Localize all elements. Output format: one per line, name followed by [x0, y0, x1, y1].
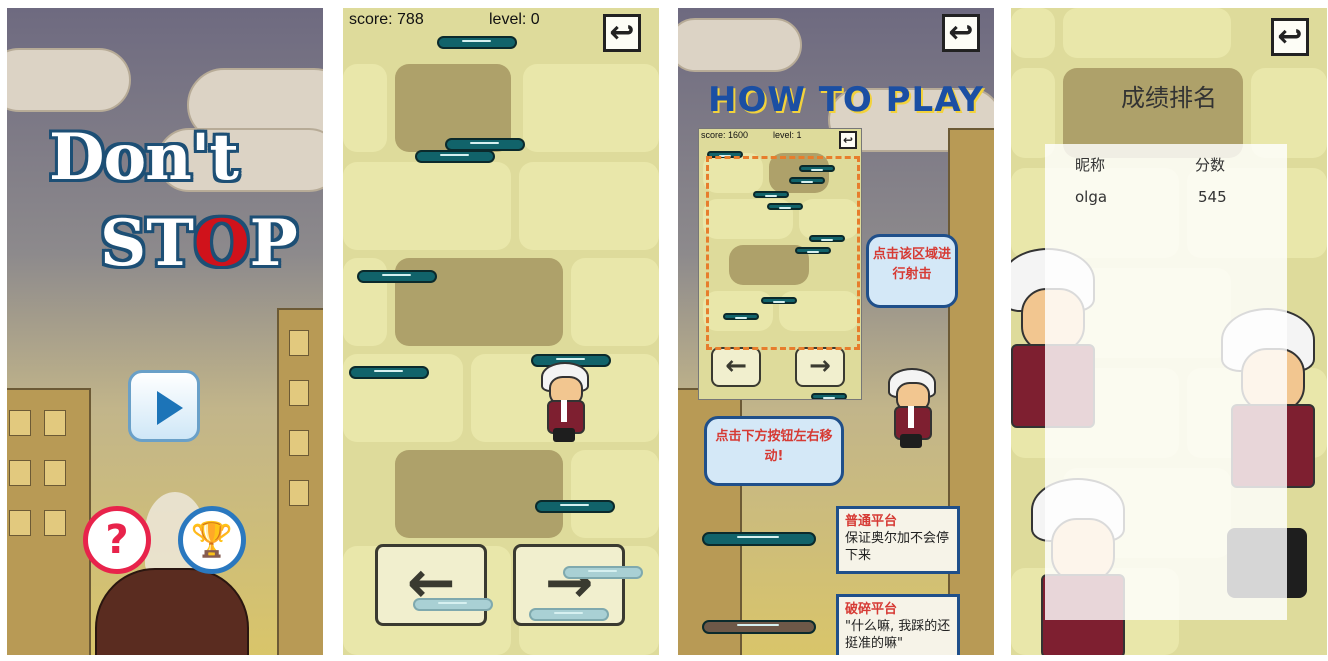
game-title-stop: STOP	[100, 206, 298, 281]
ranking-screen: ↩ 成绩排名 昵称 分数 olga 545	[1011, 8, 1327, 655]
broken-platform-note: 破碎平台 "什么嘛, 我踩的还挺准的嘛"	[836, 594, 960, 655]
back-arrow-icon: ↩	[1277, 19, 1303, 54]
platform	[349, 366, 429, 379]
player-character	[541, 362, 589, 444]
platform	[357, 270, 437, 283]
mini-right-button: →	[795, 347, 845, 387]
platform	[535, 500, 615, 513]
question-icon: ?	[105, 517, 129, 563]
table-row-score: 545	[1198, 188, 1227, 206]
ranking-table: 昵称 分数 olga 545	[1045, 144, 1287, 620]
column-header-name: 昵称	[1075, 156, 1106, 174]
platform	[415, 150, 495, 163]
cloud	[7, 48, 131, 112]
gameplay-screen: score: 788 level: 0 ↩ ← →	[343, 8, 659, 655]
game-title-dont: Don't	[49, 120, 239, 195]
play-icon	[157, 391, 183, 425]
how-to-play-screen: ↩ HOW TO PLAY score: 1600 level: 1 ↩ ← →…	[678, 8, 994, 655]
how-to-play-title: HOW TO PLAY	[708, 80, 984, 120]
move-left-button[interactable]: ←	[375, 544, 487, 626]
title-screen: Don't STOP ? 🏆	[7, 8, 323, 655]
building-right	[277, 308, 323, 655]
cloud	[678, 18, 802, 72]
mini-left-button: ←	[711, 347, 761, 387]
score-label: score: 788	[349, 11, 424, 28]
broken-platform-sample	[702, 620, 816, 634]
platform	[811, 393, 847, 399]
building-left	[7, 388, 91, 655]
help-button[interactable]: ?	[83, 506, 151, 574]
back-button[interactable]: ↩	[603, 14, 641, 52]
mini-level-label: level: 1	[773, 130, 802, 140]
background-character	[95, 568, 249, 655]
ranking-button[interactable]: 🏆	[178, 506, 246, 574]
back-arrow-icon: ↩	[609, 15, 635, 50]
move-hint-bubble: 点击下方按钮左右移动!	[704, 416, 844, 486]
right-arrow-icon: →	[544, 548, 594, 616]
column-header-score: 分数	[1195, 156, 1226, 174]
mini-back-icon: ↩	[839, 131, 857, 149]
platform	[437, 36, 517, 49]
mini-score-label: score: 1600	[701, 130, 749, 140]
normal-platform-note: 普通平台 保证奥尔加不会停下来	[836, 506, 960, 574]
trophy-icon: 🏆	[190, 520, 234, 560]
shoot-hint-bubble: 点击该区域进行射击	[866, 234, 958, 308]
back-arrow-icon: ↩	[948, 15, 974, 50]
play-button[interactable]	[128, 370, 200, 442]
building-right	[948, 128, 994, 655]
platform	[529, 608, 609, 621]
table-row-name: olga	[1075, 188, 1108, 206]
platform	[563, 566, 643, 579]
level-label: level: 0	[489, 11, 540, 28]
player-character	[888, 368, 936, 468]
shoot-area-highlight	[706, 156, 860, 350]
platform	[413, 598, 493, 611]
back-button[interactable]: ↩	[942, 14, 980, 52]
normal-platform-sample	[702, 532, 816, 546]
back-button[interactable]: ↩	[1271, 18, 1309, 56]
ranking-title: 成绩排名	[1121, 84, 1217, 112]
